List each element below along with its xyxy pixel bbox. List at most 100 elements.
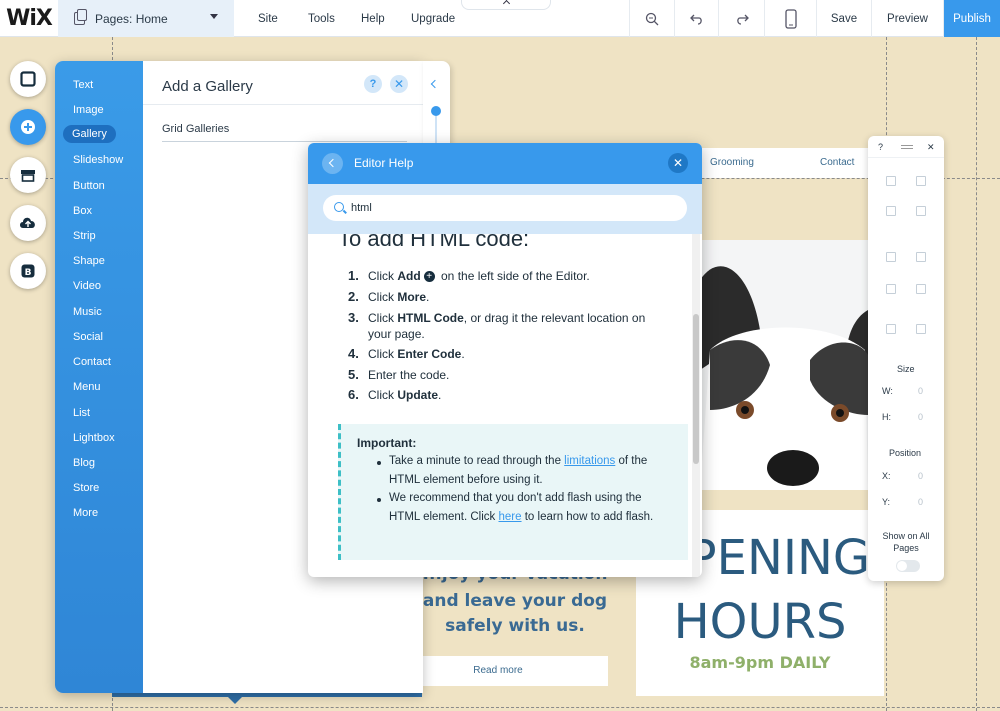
back-icon[interactable]: [322, 153, 343, 174]
mobile-view-button[interactable]: [764, 0, 816, 37]
limitations-link[interactable]: limitations: [564, 455, 615, 467]
close-icon[interactable]: ✕: [927, 142, 935, 153]
category-strip[interactable]: Strip: [73, 230, 96, 242]
delete-icon[interactable]: [916, 206, 926, 216]
menu-tools[interactable]: Tools: [308, 13, 361, 25]
selection-marker: [228, 697, 242, 704]
store-icon: [21, 170, 35, 182]
step-item: 5. Enter the code.: [348, 367, 450, 382]
category-slideshow[interactable]: Slideshow: [73, 154, 123, 166]
guide-line: [0, 707, 1000, 708]
site-nav: Grooming Contact: [700, 148, 868, 178]
important-item: We recommend that you don't add flash us…: [389, 492, 654, 523]
preview-button[interactable]: Preview: [871, 0, 943, 37]
height-field[interactable]: 0: [918, 412, 923, 422]
svg-text:B: B: [25, 268, 32, 278]
add-plus-icon: +: [423, 271, 435, 283]
category-contact[interactable]: Contact: [73, 356, 111, 368]
publish-button[interactable]: Publish: [943, 0, 1000, 37]
menu-help[interactable]: Help: [361, 13, 411, 25]
close-icon[interactable]: ✕: [390, 75, 408, 93]
copy-icon[interactable]: [886, 176, 896, 186]
category-lightbox[interactable]: Lightbox: [73, 432, 115, 444]
square-icon: [20, 71, 36, 87]
step-item: 3. Click HTML Code, or drag it the releva…: [348, 310, 646, 325]
help-search-bar: [308, 184, 702, 234]
background-button[interactable]: [10, 61, 46, 97]
vacation-line: safely with us.: [445, 616, 585, 636]
align-icon[interactable]: [916, 252, 926, 262]
show-on-all-pages-label: Show on All Pages: [882, 531, 930, 553]
undo-button[interactable]: [674, 0, 718, 37]
wix-logo[interactable]: WiX: [0, 0, 58, 37]
blog-icon: B: [21, 264, 35, 278]
step-item: 1. Click Add + on the left side of the Edi…: [348, 268, 590, 283]
help-icon[interactable]: ?: [878, 142, 883, 152]
app-market-button[interactable]: [10, 157, 46, 193]
distribute-icon[interactable]: [916, 284, 926, 294]
top-bar: WiX Pages: Home Site Tools Help Upgrade …: [0, 0, 1000, 37]
category-video[interactable]: Video: [73, 280, 101, 292]
size-label: Size: [897, 364, 915, 374]
menu-upgrade[interactable]: Upgrade: [411, 13, 455, 25]
pages-dropdown[interactable]: Pages: Home: [58, 0, 234, 37]
search-icon: [334, 202, 344, 212]
top-menu: Site Tools Help Upgrade: [258, 0, 455, 37]
category-image[interactable]: Image: [73, 104, 104, 116]
category-shape[interactable]: Shape: [73, 255, 105, 267]
duplicate-icon[interactable]: [886, 206, 896, 216]
dog-photo[interactable]: [700, 240, 868, 490]
scroll-thumb[interactable]: [693, 314, 699, 464]
show-on-all-pages-toggle[interactable]: [896, 560, 920, 572]
match-size-icon[interactable]: [886, 284, 896, 294]
chevron-down-icon: [210, 14, 218, 19]
help-title: Editor Help: [354, 156, 414, 170]
hours-title: HOURS: [673, 594, 847, 650]
category-gallery[interactable]: Gallery: [63, 125, 116, 143]
blog-button[interactable]: B: [10, 253, 46, 289]
category-button[interactable]: Button: [73, 180, 105, 192]
drag-handle-icon[interactable]: [901, 145, 913, 149]
vacation-line: and leave your dog: [422, 591, 608, 611]
nav-link-contact[interactable]: Contact: [820, 157, 854, 168]
category-list[interactable]: List: [73, 407, 90, 419]
category-more[interactable]: More: [73, 507, 98, 519]
editor-help-dialog: Editor Help ✕ To add HTML code: 1.Click …: [308, 143, 702, 577]
collapse-toolbar-tab[interactable]: [461, 0, 551, 10]
rotate-icon[interactable]: [886, 324, 896, 334]
zoom-button[interactable]: [629, 0, 674, 37]
guide-line: [976, 37, 977, 711]
menu-site[interactable]: Site: [258, 13, 308, 25]
help-icon[interactable]: ?: [364, 75, 382, 93]
width-field[interactable]: 0: [918, 386, 923, 396]
add-button[interactable]: [10, 109, 46, 145]
category-box[interactable]: Box: [73, 205, 92, 217]
chevron-left-icon[interactable]: [430, 79, 440, 89]
dog-image: [700, 240, 868, 490]
category-text[interactable]: Text: [73, 79, 93, 91]
help-search-input[interactable]: [323, 195, 687, 221]
angle-icon[interactable]: [916, 324, 926, 334]
y-field[interactable]: 0: [918, 497, 923, 507]
divider: [143, 104, 423, 105]
help-scrollbar[interactable]: [692, 234, 700, 577]
x-field[interactable]: 0: [918, 471, 923, 481]
arrange-icon[interactable]: [886, 252, 896, 262]
scroll-position-dot[interactable]: [431, 106, 441, 116]
upload-button[interactable]: [10, 205, 46, 241]
help-article: To add HTML code: 1. Click Add + on the le…: [308, 234, 690, 577]
close-icon[interactable]: ✕: [668, 153, 688, 173]
redo-button[interactable]: [718, 0, 764, 37]
save-button[interactable]: Save: [816, 0, 871, 37]
category-menu[interactable]: Menu: [73, 381, 101, 393]
category-store[interactable]: Store: [73, 482, 99, 494]
divider: [162, 141, 407, 142]
here-link[interactable]: here: [499, 511, 522, 523]
bullet: [377, 498, 381, 502]
nav-link-grooming[interactable]: Grooming: [710, 157, 754, 168]
inspector-panel: ? ✕ Size W: 0 H: 0 Position X: 0 Y: 0 Sh…: [868, 136, 944, 581]
paste-icon[interactable]: [916, 176, 926, 186]
category-blog[interactable]: Blog: [73, 457, 95, 469]
category-social[interactable]: Social: [73, 331, 103, 343]
category-music[interactable]: Music: [73, 306, 102, 318]
